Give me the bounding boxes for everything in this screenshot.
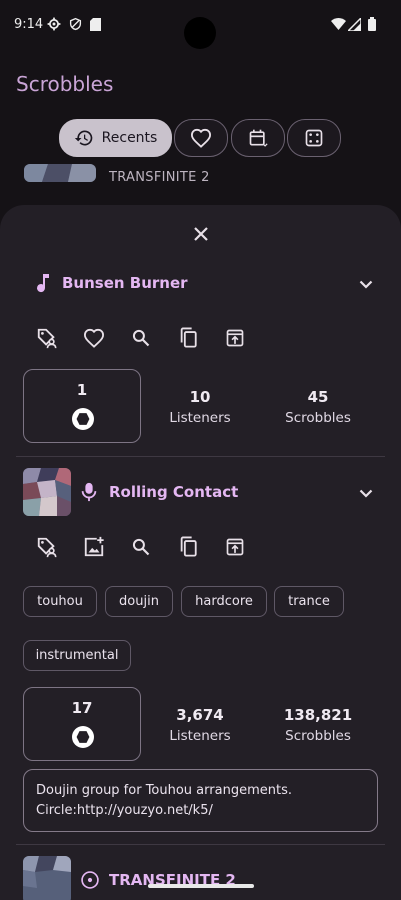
artist-share-button[interactable] [220, 532, 250, 562]
artist-add-photo-button[interactable] [79, 532, 109, 562]
open-in-app-icon [225, 537, 245, 557]
tag-chip[interactable]: doujin [105, 586, 173, 617]
music-note-icon [34, 273, 50, 293]
settings-status-icon [47, 17, 61, 31]
details-bottom-sheet: Bunsen Burner 1 10 Listeners 45 Scrobble… [0, 205, 401, 900]
tag-user-icon [36, 536, 58, 558]
section-divider [16, 844, 385, 845]
calendar-icon [248, 128, 268, 148]
microphone-icon [80, 482, 98, 502]
home-indicator[interactable] [148, 884, 254, 888]
shield-status-icon [69, 17, 82, 31]
list-item-subtitle: TRANSFINITE 2 [109, 170, 210, 185]
tag-chip[interactable]: touhou [23, 586, 97, 617]
artist-description-line: Doujin group for Touhou arrangements. [36, 783, 292, 798]
track-search-button[interactable] [126, 323, 156, 353]
artist-description-line: Circle:http://youzyo.net/k5/ [36, 803, 213, 818]
heart-icon [190, 128, 212, 148]
artist-expand-button[interactable] [351, 478, 381, 508]
tab-recents[interactable]: Recents [59, 119, 172, 157]
track-title[interactable]: Bunsen Burner [62, 274, 188, 292]
track-listeners-label: Listeners [169, 410, 231, 426]
heart-icon [83, 328, 105, 348]
track-copy-button[interactable] [173, 323, 203, 353]
signal-icon [348, 18, 361, 31]
artist-rank-card[interactable]: 17 [23, 687, 141, 761]
artist-copy-button[interactable] [173, 532, 203, 562]
artist-description[interactable]: Doujin group for Touhou arrangements. Ci… [23, 769, 378, 832]
track-scrobbles-value: 45 [307, 388, 329, 406]
tab-loved[interactable] [174, 119, 228, 157]
tab-recents-label: Recents [101, 130, 158, 146]
artist-search-button[interactable] [126, 532, 156, 562]
sim-card-icon [90, 18, 101, 31]
hexagon-icon [72, 726, 94, 748]
artist-rank-value: 17 [71, 699, 93, 717]
chevron-down-icon [359, 489, 373, 498]
tag-user-icon [36, 327, 58, 349]
artist-tag-user-button[interactable] [32, 532, 62, 562]
album-icon [80, 870, 100, 890]
add-photo-icon [83, 536, 105, 558]
track-tag-user-button[interactable] [32, 323, 62, 353]
copy-icon [178, 327, 198, 349]
chevron-down-icon [359, 280, 373, 289]
search-icon [131, 537, 151, 557]
page-title: Scrobbles [16, 72, 114, 96]
tag-chip[interactable]: trance [274, 586, 344, 617]
section-divider [16, 456, 385, 457]
history-icon [74, 128, 94, 148]
status-time: 9:14 [14, 17, 44, 32]
camera-cutout [184, 17, 216, 49]
hexagon-icon [72, 408, 94, 430]
tab-random[interactable] [287, 119, 341, 157]
artist-title[interactable]: Rolling Contact [109, 483, 238, 501]
track-rank-card[interactable]: 1 [23, 369, 141, 443]
track-share-button[interactable] [220, 323, 250, 353]
artist-scrobbles-value: 138,821 [283, 706, 353, 724]
track-rank-value: 1 [76, 381, 88, 399]
tag-chip[interactable]: instrumental [23, 640, 131, 671]
artist-image[interactable] [23, 468, 71, 516]
battery-icon [368, 17, 376, 31]
track-expand-button[interactable] [351, 269, 381, 299]
artist-scrobbles-label: Scrobbles [285, 728, 351, 744]
album-thumbnail-peek[interactable] [24, 164, 96, 182]
track-scrobbles-label: Scrobbles [285, 410, 351, 426]
album-image[interactable] [23, 856, 71, 900]
close-button[interactable] [186, 219, 216, 249]
open-in-app-icon [225, 328, 245, 348]
dice-icon [304, 128, 324, 148]
tag-chip[interactable]: hardcore [181, 586, 267, 617]
search-icon [131, 328, 151, 348]
track-listeners-value: 10 [189, 388, 211, 406]
wifi-icon [331, 18, 346, 30]
tab-calendar[interactable] [231, 119, 285, 157]
copy-icon [178, 536, 198, 558]
status-bar: 9:14 [0, 0, 401, 52]
artist-listeners-label: Listeners [169, 728, 231, 744]
track-love-button[interactable] [79, 323, 109, 353]
close-icon [193, 226, 209, 242]
artist-listeners-value: 3,674 [176, 706, 224, 724]
